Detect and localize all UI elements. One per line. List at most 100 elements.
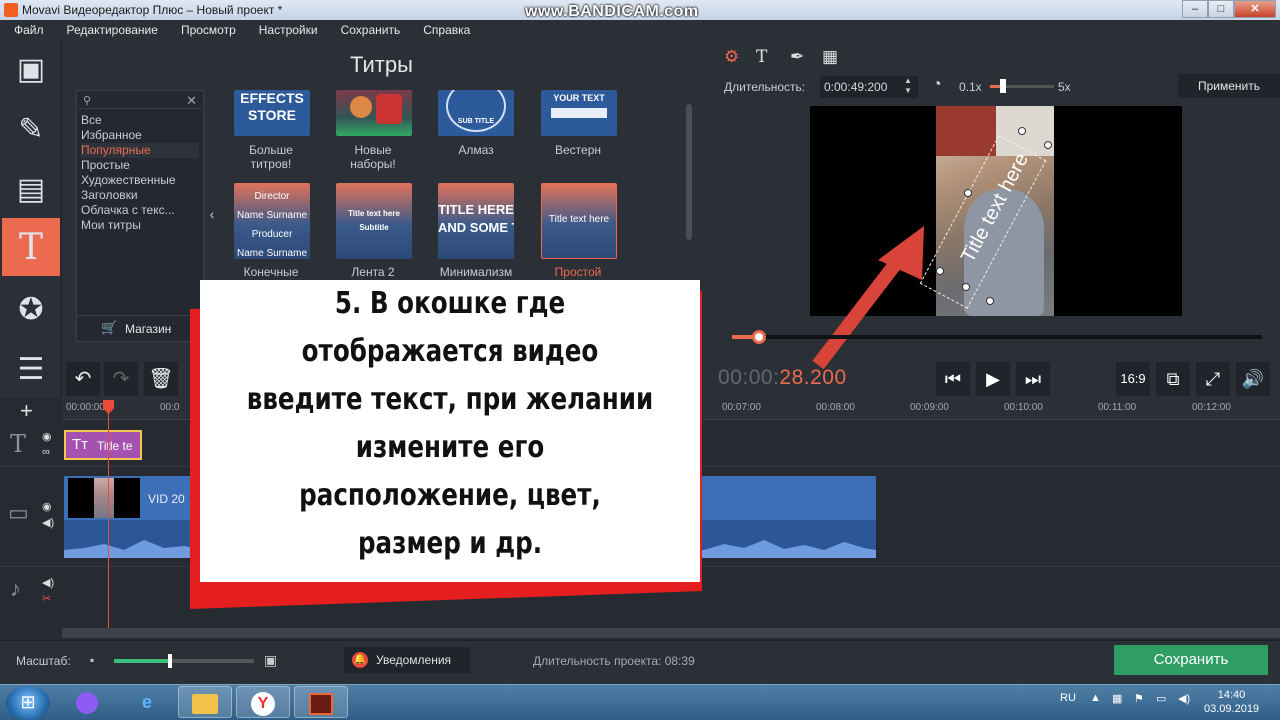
popout-icon: ⧉ (1166, 369, 1180, 389)
close-button[interactable]: ✕ (1234, 0, 1276, 18)
maximize-button[interactable]: □ (1208, 0, 1234, 18)
titles-tool-button[interactable]: T (2, 218, 60, 276)
color-picker-icon[interactable]: ✒ (790, 47, 804, 67)
video-clip-thumbnail (68, 478, 140, 518)
taskbar-explorer[interactable] (178, 686, 232, 718)
prev-frame-button[interactable]: ⏮ (936, 362, 970, 396)
resize-handle[interactable] (1044, 141, 1052, 149)
thumb-text: Title text here (548, 214, 610, 225)
resize-handle[interactable] (964, 189, 972, 197)
next-frame-button[interactable]: ⏭ (1016, 362, 1050, 396)
title-clip[interactable]: Tт Title te (64, 430, 142, 460)
category-item[interactable]: Избранное (81, 128, 199, 143)
yandex-browser-icon: Y (251, 692, 275, 717)
menu-file[interactable]: Файл (0, 20, 53, 40)
redo-button[interactable]: ↷ (104, 362, 138, 396)
category-item[interactable]: Облачка с текс... (81, 203, 199, 218)
unlink-icon[interactable]: ✂ (42, 592, 51, 605)
resize-handle[interactable] (962, 283, 970, 291)
start-button[interactable]: ⊞ (6, 686, 50, 720)
transitions-tool-button[interactable]: ▤ (2, 160, 60, 218)
movavi-icon (309, 693, 333, 716)
link-icon[interactable]: ∞ (42, 446, 50, 458)
thumb-caption: Лента 2 (351, 265, 395, 279)
minimize-button[interactable]: – (1182, 0, 1208, 18)
volume-tray-icon[interactable]: ◀) (1178, 692, 1190, 705)
play-button[interactable]: ▶ (976, 362, 1010, 396)
title-thumb-simple[interactable]: Title text here (541, 183, 617, 259)
menu-view[interactable]: Просмотр (167, 20, 245, 40)
thumb-caption: Алмаз (458, 143, 494, 157)
zoom-in-icon[interactable]: ▣ (264, 652, 277, 669)
network-icon[interactable]: ▦ (1112, 692, 1122, 705)
media-tool-button[interactable]: ▣ (2, 40, 60, 98)
menu-edit[interactable]: Редактирование (53, 20, 167, 40)
stickers-tool-button[interactable]: ✪ (2, 280, 60, 338)
title-thumb-diamond[interactable]: SUB TITLE (438, 90, 514, 136)
zoom-slider-knob[interactable] (168, 654, 172, 668)
duration-stepper[interactable]: ▲ ▼ (904, 76, 912, 96)
monitor-icon[interactable]: ▭ (1156, 692, 1166, 705)
menu-bar: Файл Редактирование Просмотр Настройки С… (0, 20, 1280, 40)
category-item-selected[interactable]: Популярные (81, 143, 199, 158)
clock-time: 14:40 (1217, 689, 1246, 701)
playhead-line[interactable] (108, 400, 109, 628)
eye-icon[interactable]: ◉ (42, 430, 52, 443)
flag-icon[interactable]: ⚑ (1134, 692, 1144, 705)
taskbar-alice[interactable] (60, 686, 114, 718)
category-item[interactable]: Все (81, 113, 199, 128)
speaker-icon[interactable]: ◀) (42, 576, 54, 589)
filters-tool-button[interactable]: ✎ (2, 100, 60, 158)
menu-settings[interactable]: Настройки (245, 20, 327, 40)
title-thumb-new-sets[interactable] (336, 90, 412, 136)
title-thumb-western[interactable]: YOUR TEXT (541, 90, 617, 136)
title-thumb-credits[interactable]: Director Name Surname Producer Name Surn… (234, 183, 310, 259)
zoom-out-icon[interactable]: ▪ (90, 653, 94, 667)
seek-track[interactable] (732, 335, 1262, 339)
language-indicator[interactable]: RU (1060, 692, 1076, 704)
category-item[interactable]: Мои титры (81, 218, 199, 233)
font-icon[interactable]: T (756, 47, 767, 67)
title-thumb-minimalism[interactable]: TITLE HERE AND SOME TEXT HERE (438, 183, 514, 259)
clear-search-icon[interactable]: ✕ (186, 93, 197, 109)
annotation-line: измените его (355, 430, 545, 465)
category-item[interactable]: Простые (81, 158, 199, 173)
add-track-button[interactable]: + (20, 398, 33, 424)
tray-arrow-icon[interactable]: ▲ (1090, 692, 1101, 704)
thumb-caption: Новые наборы! (350, 143, 396, 171)
fullscreen-button[interactable]: ⤢ (1196, 362, 1230, 396)
title-thumb-effects-store[interactable]: EFFECTS STORE (234, 90, 310, 136)
menu-help[interactable]: Справка (409, 20, 479, 40)
taskbar-ie[interactable]: e (120, 686, 174, 718)
category-item[interactable]: Художественные (81, 173, 199, 188)
title-settings-icon[interactable]: ⚙ (724, 47, 739, 67)
undo-button[interactable]: ↶ (66, 362, 100, 396)
timeline-scrollbar[interactable] (62, 628, 1280, 638)
popout-button[interactable]: ⧉ (1156, 362, 1190, 396)
speaker-icon[interactable]: ◀) (42, 516, 54, 529)
system-clock[interactable]: 14:40 03.09.2019 (1204, 688, 1259, 716)
skip-forward-icon: ⏭ (1024, 369, 1042, 389)
speaker-icon: 🔊 (1241, 369, 1265, 389)
resize-handle[interactable] (1018, 127, 1026, 135)
taskbar-yandex[interactable]: Y (236, 686, 290, 718)
menu-save[interactable]: Сохранить (327, 20, 410, 40)
store-button[interactable]: 🛒 Магазин (77, 315, 203, 341)
save-preset-icon[interactable]: ▦ (822, 47, 838, 67)
apply-button[interactable]: Применить (1178, 74, 1280, 98)
seek-knob[interactable] (752, 330, 766, 344)
title-thumb-ribbon-2[interactable]: Title text here Subtitle (336, 183, 412, 259)
export-save-button[interactable]: Сохранить (1114, 645, 1268, 675)
aspect-ratio-button[interactable]: 16:9 (1116, 362, 1150, 396)
more-tools-button[interactable]: ☰ (2, 340, 60, 398)
delete-button[interactable]: 🗑 (144, 362, 178, 396)
titles-scrollbar[interactable] (686, 104, 692, 240)
taskbar-movavi[interactable] (294, 686, 348, 718)
category-item[interactable]: Заголовки (81, 188, 199, 203)
category-search[interactable]: ⚲ ✕ (79, 93, 201, 109)
resize-handle[interactable] (986, 297, 994, 305)
tool-sidebar: ▣ ✎ ▤ T ✪ ☰ (0, 40, 62, 396)
eye-icon[interactable]: ◉ (42, 500, 52, 513)
volume-button[interactable]: 🔊 (1236, 362, 1270, 396)
speed-slider-knob[interactable] (1000, 79, 1006, 93)
